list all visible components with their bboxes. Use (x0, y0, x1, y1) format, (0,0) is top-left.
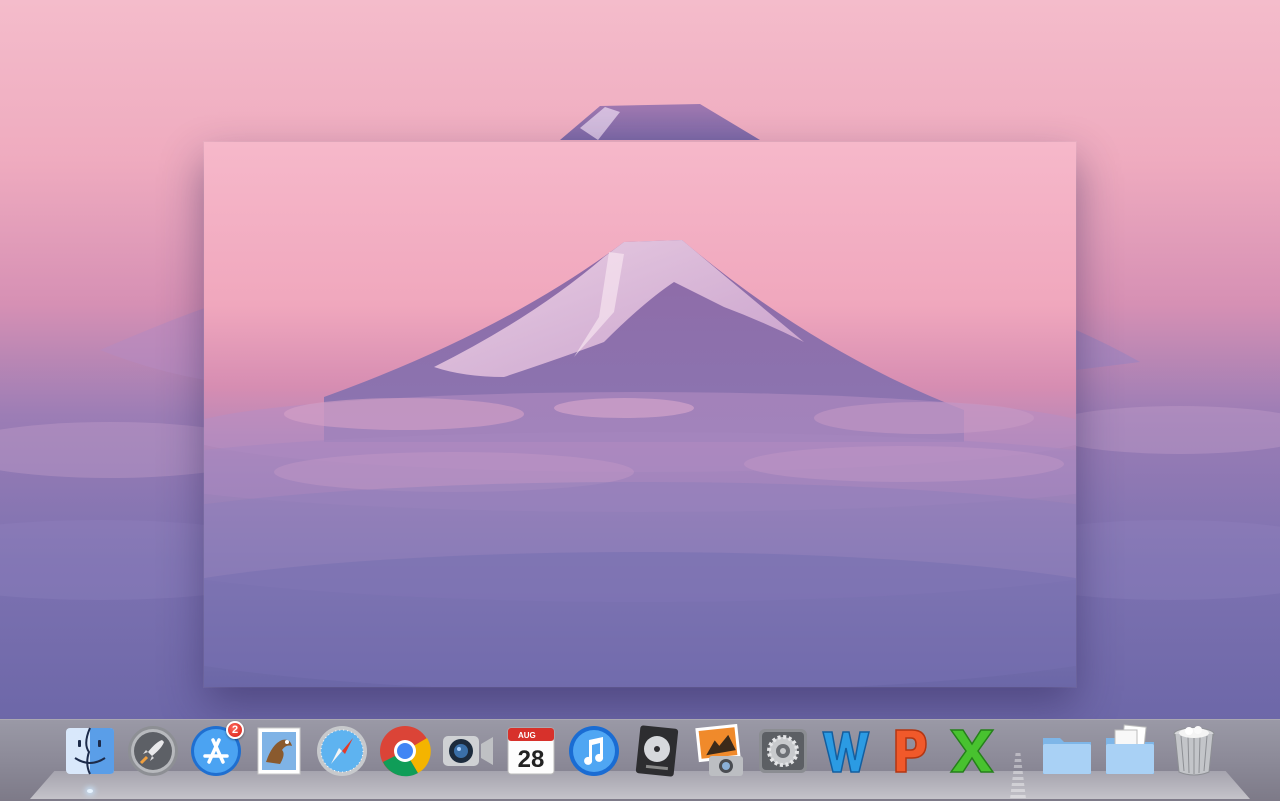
dock-item-excel[interactable] (944, 723, 1000, 779)
mount-fuji-image (204, 142, 1076, 687)
calendar-day-text: 28 (518, 746, 545, 773)
launchpad-rocket-icon (128, 726, 178, 776)
trash-icon (1173, 726, 1215, 776)
dock-item-iphoto[interactable] (692, 723, 748, 779)
dock-item-documents-folder[interactable] (1102, 723, 1158, 779)
folder-icon (1043, 738, 1091, 774)
dock-item-app-store[interactable]: 2 (188, 721, 244, 779)
word-w-icon (822, 731, 870, 773)
mail-stamp-eagle-icon (257, 727, 301, 775)
chrome-icon (380, 726, 431, 777)
dock-item-facetime[interactable] (440, 723, 496, 779)
dock-item-mail[interactable] (251, 723, 307, 779)
facetime-camera-icon (443, 736, 493, 766)
calendar-month-text: AUG (518, 731, 536, 740)
dock-item-applications-folder[interactable] (1039, 723, 1095, 779)
itunes-note-icon (569, 726, 619, 776)
dock: 2 AUG 28 (0, 719, 1280, 801)
system-preferences-gear-icon (759, 729, 807, 773)
finder-icon (66, 727, 114, 775)
wallpaper-preview-window[interactable] (204, 142, 1076, 687)
dock-item-word[interactable] (818, 723, 874, 779)
dock-item-powerpoint[interactable] (881, 723, 937, 779)
dock-item-itunes[interactable] (566, 723, 622, 779)
dock-items: 2 AUG 28 (0, 719, 1280, 800)
running-indicator (87, 789, 93, 793)
notification-badge: 2 (226, 721, 244, 739)
excel-x-icon (949, 729, 995, 773)
dock-item-finder[interactable] (62, 723, 118, 793)
dock-divider (1010, 753, 1026, 799)
dock-item-calendar[interactable]: AUG 28 (503, 723, 559, 779)
iphoto-icon (695, 724, 743, 776)
dock-item-safari[interactable] (314, 723, 370, 779)
dock-item-trash[interactable] (1166, 723, 1222, 779)
dock-item-dvd-player[interactable] (629, 723, 685, 779)
calendar-icon: AUG 28 (507, 727, 555, 775)
dock-item-system-preferences[interactable] (755, 723, 811, 779)
dvd-player-icon (635, 725, 679, 777)
safari-compass-icon (317, 726, 367, 776)
documents-folder-icon (1106, 724, 1154, 774)
dock-item-launchpad[interactable] (125, 723, 181, 779)
dock-item-chrome[interactable] (377, 723, 433, 779)
powerpoint-p-icon (895, 729, 927, 773)
